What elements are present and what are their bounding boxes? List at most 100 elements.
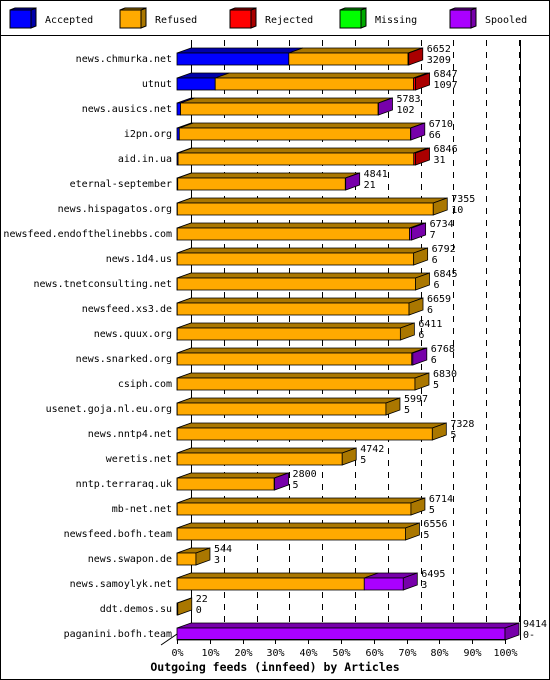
value-offered: 7355 — [451, 194, 475, 205]
x-axis-title: Outgoing feeds (innfeed) by Articles — [150, 660, 399, 674]
value-offered: 9414 — [523, 619, 547, 630]
bar-segment-refused — [176, 277, 416, 291]
bar-top-refused — [180, 97, 393, 104]
bar-segment-accepted — [176, 52, 290, 66]
bar-segment-accepted — [176, 77, 216, 91]
bar-top-refused — [177, 197, 448, 204]
row-label: ddt.demos.su — [100, 604, 172, 615]
legend-label-rejected: Rejected — [265, 15, 313, 26]
row-label: news.chmurka.net — [76, 54, 172, 65]
row-label: news.samoylyk.net — [70, 579, 172, 590]
value-offered: 5783 — [396, 94, 420, 105]
legend-label-spooled: Spooled — [485, 15, 527, 26]
row-label: nntp.terraraq.uk — [76, 479, 172, 490]
bar-top-refused — [177, 172, 360, 179]
bar-segment-refused — [176, 302, 410, 316]
value-accepted: 5 — [423, 530, 429, 541]
bar-segment-refused — [176, 202, 434, 216]
bar-segment-refused — [176, 377, 416, 391]
row-label: usenet.goja.nl.eu.org — [46, 404, 172, 415]
x-tick-label: 80% — [430, 648, 448, 659]
value-accepted: 5 — [429, 505, 435, 516]
bar-segment-refused — [176, 452, 343, 466]
value-offered: 544 — [214, 544, 232, 555]
bar-segment-refused — [176, 352, 413, 366]
value-accepted: 10 — [451, 205, 463, 216]
legend-swatch-missing — [339, 9, 362, 29]
legend-swatch-accepted — [9, 9, 32, 29]
bar-top-refused — [177, 472, 289, 479]
row-label: eternal-september — [70, 179, 172, 190]
row-label: newsfeed.endofthelinebbs.com — [3, 229, 172, 240]
value-accepted: 7 — [430, 230, 436, 241]
bar-top-refused — [177, 397, 401, 404]
bar-segment-refused — [214, 77, 414, 91]
bar-segment-refused — [288, 52, 409, 66]
bar-top-refused — [179, 122, 425, 129]
bar-top-refused — [177, 372, 430, 379]
bar-segment-refused — [176, 527, 406, 541]
value-offered: 6556 — [423, 519, 447, 530]
value-offered: 4841 — [364, 169, 388, 180]
value-offered: 6710 — [429, 119, 453, 130]
row-label: newsfeed.xs3.de — [82, 304, 172, 315]
value-offered: 6659 — [427, 294, 451, 305]
bar-top-refused — [177, 347, 426, 354]
value-accepted: 0 — [196, 605, 202, 616]
bar-top-refused — [177, 447, 357, 454]
value-accepted: 6 — [427, 305, 433, 316]
bar-segment-refused — [176, 227, 410, 241]
bar-segment-refused — [176, 552, 197, 566]
row-label: mb-net.net — [112, 504, 172, 515]
legend-swatch-side-rejected — [250, 7, 257, 29]
value-accepted: 6 — [431, 355, 437, 366]
bar-top-refused — [177, 322, 415, 329]
legend-swatch-refused — [119, 9, 142, 29]
value-accepted: 6 — [433, 280, 439, 291]
row-label: news.hispagatos.org — [58, 204, 172, 215]
value-offered: 6652 — [427, 44, 451, 55]
bar-segment-refused — [176, 477, 275, 491]
row-label: news.1d4.us — [106, 254, 172, 265]
bar-segment-accepted — [176, 102, 181, 116]
row-label: paganini.bofh.team — [64, 629, 172, 640]
bar-segment-refused — [177, 152, 415, 166]
value-offered: 6714 — [429, 494, 453, 505]
value-offered: 22 — [196, 594, 208, 605]
bar-top-refused — [177, 497, 426, 504]
row-label: utnut — [142, 79, 172, 90]
row-label: i2pn.org — [124, 129, 172, 140]
legend-swatch-side-refused — [140, 7, 147, 29]
value-accepted: 102 — [396, 105, 414, 116]
value-accepted: 5 — [293, 480, 299, 491]
value-accepted: 1097 — [434, 80, 458, 91]
value-offered: 6792 — [432, 244, 456, 255]
bar-top-refused — [177, 272, 430, 279]
x-tick-label: 60% — [365, 648, 383, 659]
value-accepted: 3 — [214, 555, 220, 566]
legend-swatch-side-accepted — [30, 7, 37, 29]
value-accepted: 3 — [421, 580, 427, 591]
x-tick-label: 20% — [234, 648, 252, 659]
bar-segment-refused — [176, 327, 401, 341]
row-label: news.snarked.org — [76, 354, 172, 365]
x-tick-label: 50% — [332, 648, 350, 659]
x-tick-label: 100% — [493, 648, 517, 659]
value-offered: 6411 — [418, 319, 442, 330]
value-accepted: 5 — [404, 405, 410, 416]
legend-swatch-side-missing — [360, 7, 367, 29]
row-label: weretis.net — [106, 454, 172, 465]
legend-swatch-side-spooled — [470, 7, 477, 29]
bar-segment-refused — [180, 102, 379, 116]
bar-top-refused — [176, 572, 379, 579]
x-tick-label: 10% — [201, 648, 219, 659]
x-tick-label: 0% — [171, 648, 183, 659]
bar-segment-refused — [178, 127, 411, 141]
legend-swatch-spooled — [449, 9, 472, 29]
bar-segment-spooled — [363, 577, 404, 591]
chart-container: Accepted Refused Rejected Missing Spooled ne… — [0, 0, 550, 680]
bar-segment-refused — [176, 402, 387, 416]
value-offered: 6830 — [433, 369, 457, 380]
bar-top-refused — [177, 147, 428, 154]
value-offered: 6846 — [434, 144, 458, 155]
